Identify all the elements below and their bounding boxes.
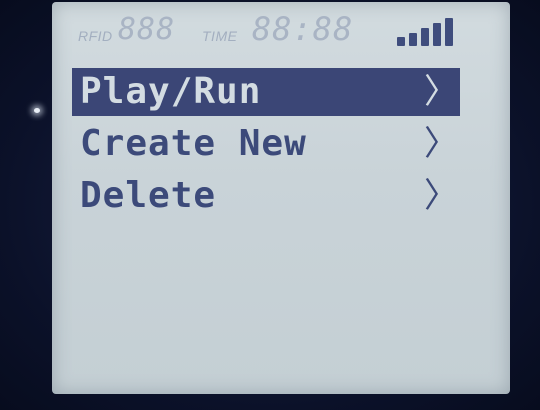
signal-bar bbox=[421, 28, 429, 46]
menu-item-create-new[interactable]: Create New 〉 bbox=[72, 120, 460, 168]
chevron-right-icon: 〉 bbox=[424, 176, 458, 216]
rfid-digits: 888 bbox=[118, 12, 176, 47]
chevron-right-icon: 〉 bbox=[424, 124, 458, 164]
time-label: TIME bbox=[202, 28, 238, 44]
menu-item-label: Create New bbox=[80, 123, 307, 164]
menu-item-play-run[interactable]: Play/Run 〉 bbox=[72, 68, 460, 116]
chevron-right-icon: 〉 bbox=[424, 72, 458, 112]
light-glare bbox=[34, 108, 40, 113]
menu-item-delete[interactable]: Delete 〉 bbox=[72, 172, 460, 220]
signal-strength-icon bbox=[397, 16, 467, 46]
rfid-label: RFID bbox=[78, 28, 113, 44]
signal-bar bbox=[433, 23, 441, 46]
time-digits: 88:88 bbox=[252, 10, 354, 48]
signal-bar bbox=[409, 33, 417, 46]
lcd-screen: RFID 888 TIME 88:88 Play/Run 〉 Create Ne… bbox=[52, 2, 510, 394]
signal-bar bbox=[397, 37, 405, 46]
status-bar: RFID 888 TIME 88:88 bbox=[52, 2, 510, 54]
signal-bar bbox=[445, 18, 453, 46]
menu-item-label: Play/Run bbox=[80, 71, 262, 112]
menu-item-label: Delete bbox=[80, 175, 217, 216]
